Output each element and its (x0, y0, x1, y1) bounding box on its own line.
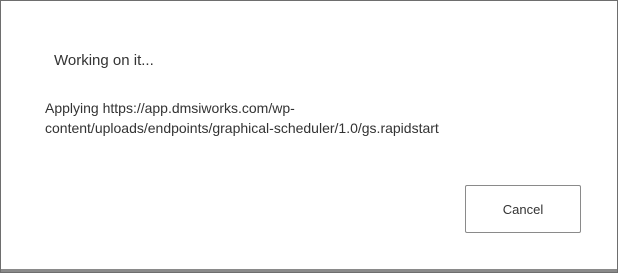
progress-message: Applying https://app.dmsiworks.com/wp- c… (45, 98, 601, 138)
dialog-title: Working on it... (54, 52, 154, 69)
progress-message-line-2: content/uploads/endpoints/graphical-sche… (45, 120, 439, 136)
progress-message-line-1: Applying https://app.dmsiworks.com/wp- (45, 100, 295, 116)
progress-dialog: Working on it... Applying https://app.dm… (0, 0, 618, 273)
cancel-button[interactable]: Cancel (465, 185, 581, 233)
